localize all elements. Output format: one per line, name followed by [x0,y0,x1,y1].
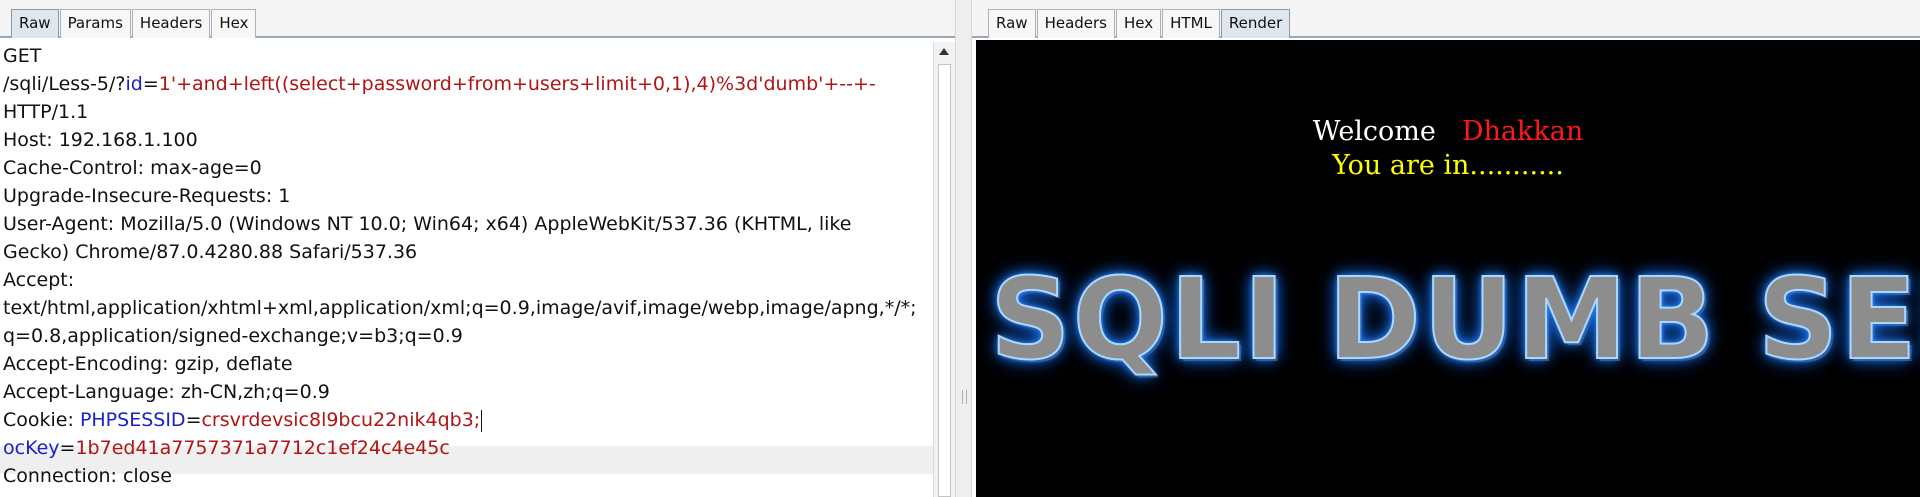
header-cookie-cont: ocKey=1b7ed41a7757371a7712c1ef24c4e45c [3,434,450,462]
tab-html[interactable]: HTML [1162,9,1220,38]
welcome-line: Welcome Dhakkan [976,116,1920,148]
cookie-label: Cookie: [3,409,80,431]
header-accept-2: q=0.8,application/signed-exchange;v=b3;q… [3,325,463,347]
request-pane: Raw Params Headers Hex GET /sqli/Less-5/… [0,0,955,497]
header-user-agent-2: Gecko) Chrome/87.0.4280.88 Safari/537.36 [3,241,418,263]
welcome-text: Welcome [1312,116,1436,147]
cookie-name-ockey: ocKey [3,437,60,459]
cookie-value-ockey: 1b7ed41a7757371a7712c1ef24c4e45c [75,437,450,459]
param-equals: = [142,73,159,95]
header-user-agent-1: User-Agent: Mozilla/5.0 (Windows NT 10.0… [3,213,852,235]
header-accept-encoding: Accept-Encoding: gzip, deflate [3,353,293,375]
scroll-up-arrow-icon[interactable] [939,48,949,55]
request-method: GET [3,45,42,67]
header-accept-language: Accept-Language: zh-CN,zh;q=0.9 [3,381,330,403]
splitter-grip-icon[interactable] [962,390,967,404]
cookie-equals: = [185,409,202,431]
request-path-line: /sqli/Less-5/?id=1'+and+left((select+pas… [3,70,876,98]
path-prefix: /sqli/Less-5/? [3,73,126,95]
header-connection: Connection: close [3,465,172,487]
tab-params[interactable]: Params [59,9,131,38]
tab-headers[interactable]: Headers [1036,9,1115,38]
header-accept-1: text/html,application/xhtml+xml,applicat… [3,297,917,319]
header-host: Host: 192.168.1.100 [3,129,198,151]
sqli-dumb-series-banner: SQLI DUMB SER [989,254,1920,386]
cookie-equals-2: = [59,437,76,459]
text-cursor [481,409,483,432]
header-accept-label: Accept: [3,269,75,291]
tab-headers[interactable]: Headers [131,9,211,38]
tab-hex[interactable]: Hex [1116,9,1162,38]
login-status-text: You are in........... [1332,150,1564,181]
request-editor[interactable]: GET /sqli/Less-5/?id=1'+and+left((select… [0,42,933,497]
response-tabbar: Raw Headers Hex HTML Render [972,0,1920,38]
param-value-id: 1'+and+left((select+password+from+users+… [158,73,876,95]
request-tabbar: Raw Params Headers Hex [0,0,955,38]
tab-raw[interactable]: Raw [988,9,1036,38]
header-upgrade-insecure: Upgrade-Insecure-Requests: 1 [3,185,291,207]
param-name-id: id [125,73,143,95]
scrollbar-thumb[interactable] [938,64,951,497]
cookie-value-phpsessid: crsvrdevsic8l9bcu22nik4qb3; [201,409,481,431]
tab-render[interactable]: Render [1220,9,1291,38]
tab-hex[interactable]: Hex [211,9,257,38]
request-scrollbar[interactable] [933,42,955,497]
cookie-name-phpsessid: PHPSESSID [79,409,186,431]
rendered-page: Welcome Dhakkan You are in........... SQL… [976,40,1920,497]
header-cache-control: Cache-Control: max-age=0 [3,157,262,179]
pane-splitter[interactable] [955,0,972,497]
response-pane: Raw Headers Hex HTML Render Welcome Dhakk… [972,0,1920,497]
username-text: Dhakkan [1461,116,1584,147]
header-cookie: Cookie: PHPSESSID=crsvrdevsic8l9bcu22nik… [3,406,483,434]
tab-raw[interactable]: Raw [11,9,59,38]
request-protocol: HTTP/1.1 [3,101,89,123]
